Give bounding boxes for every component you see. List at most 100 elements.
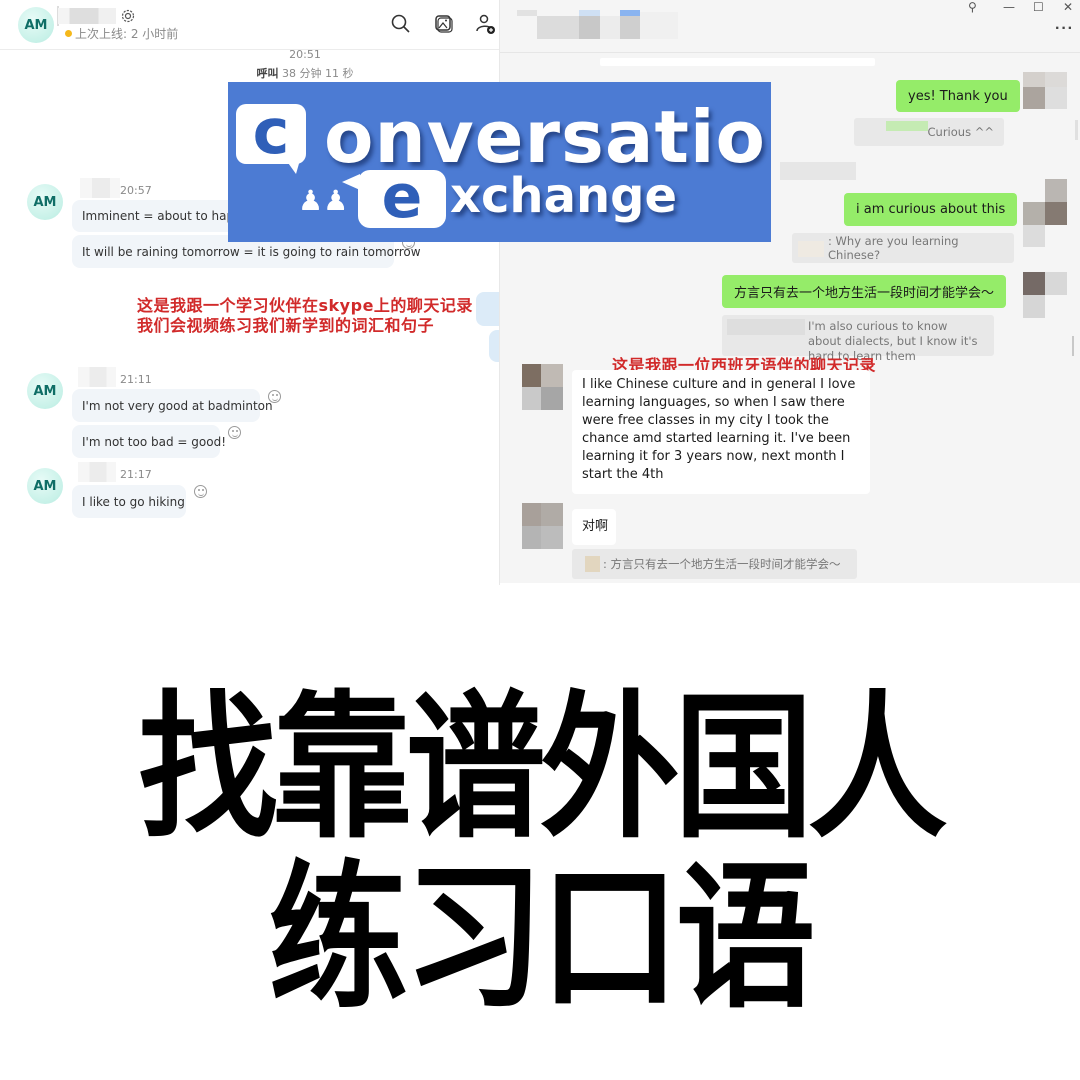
contact-avatar[interactable]: AM (18, 7, 54, 43)
received-bubble[interactable]: I like Chinese culture and in general I … (572, 370, 870, 494)
quote-text: : 方言只有去一个地方生活一段时间才能学会～ (603, 557, 841, 571)
pin-icon[interactable]: ⚲ (968, 0, 977, 14)
message-text: I'm not too bad = good! (82, 434, 227, 449)
partial-sent-bubble (476, 292, 499, 326)
sender-name-redacted (78, 462, 116, 482)
add-contact-icon[interactable] (475, 13, 497, 35)
people-icon: ♟♟ (298, 185, 349, 216)
logo-c-bubble: c (236, 101, 306, 164)
partner-avatar[interactable] (522, 364, 541, 387)
message-avatar[interactable]: AM (27, 184, 63, 220)
message-bubble[interactable]: I'm not very good at badminton (72, 389, 273, 422)
redacted-block (780, 162, 856, 180)
self-avatar (1023, 295, 1045, 318)
message-time: 21:11 (120, 373, 152, 386)
last-seen-status: 上次上线: 2 小时前 (75, 27, 179, 41)
chat-header: AM 上次上线: 2 小时前 (0, 0, 499, 50)
quoted-message[interactable]: Curious ^^ (854, 118, 1004, 146)
more-icon[interactable]: ··· (1055, 20, 1074, 38)
scrollbar[interactable] (1072, 336, 1074, 356)
message-text: i am curious about this (856, 202, 1006, 217)
quoted-sender-redacted (585, 556, 600, 572)
message-bubble[interactable]: I like to go hiking (72, 485, 186, 518)
message-bubble[interactable]: I'm not too bad = good! (72, 425, 226, 458)
chat-header: ⚲ — ☐ ✕ ··· (500, 0, 1080, 53)
annotation-brand: skype (318, 296, 374, 315)
message-avatar[interactable]: AM (27, 468, 63, 504)
self-avatar[interactable] (1023, 272, 1045, 295)
contact-name-redacted (600, 16, 620, 39)
self-avatar (1045, 272, 1067, 295)
quote-text: Curious ^^ (927, 125, 994, 139)
minimize-icon[interactable]: — (1003, 0, 1015, 14)
self-avatar (1045, 202, 1067, 225)
partner-avatar (541, 526, 563, 549)
self-avatar[interactable] (1045, 179, 1067, 202)
partner-avatar (541, 503, 563, 526)
message-text: I like Chinese culture and in general I … (582, 377, 856, 482)
sent-bubble[interactable]: 方言只有去一个地方生活一段时间才能学会～ (722, 275, 1007, 308)
self-avatar (1045, 87, 1067, 109)
self-avatar (1045, 72, 1067, 87)
logo-bubble-tail (286, 160, 300, 174)
skype-annotation: 这是我跟一个学习伙伴在skype上的聊天记录 我们会视频练习我们新学到的词汇和句… (137, 296, 473, 336)
call-timestamp: 20:51 (289, 48, 321, 61)
logo-word-exchange: xchange (450, 168, 678, 224)
received-bubble[interactable]: 对啊 (572, 509, 616, 545)
logo-e-bubble: e (358, 167, 446, 228)
quoted-message[interactable]: I'm also curious to know about dialects,… (722, 315, 994, 363)
self-avatar (1023, 87, 1045, 109)
partner-avatar (522, 387, 541, 410)
maximize-icon[interactable]: ☐ (1033, 0, 1044, 14)
self-avatar (1023, 202, 1045, 225)
contact-name-redacted (537, 16, 579, 39)
sender-name-redacted (78, 367, 116, 387)
call-summary: 呼叫 38 分钟 11 秒 (0, 65, 499, 81)
partner-avatar (541, 364, 563, 387)
message-divider (600, 58, 875, 66)
quoted-sender-redacted (727, 319, 805, 335)
reaction-smiley-icon[interactable] (194, 485, 207, 498)
sender-name-redacted (80, 178, 120, 198)
partial-sent-bubble (489, 330, 499, 362)
quote-text: : Why are you learning Chinese? (828, 234, 959, 262)
contact-name-redacted (640, 12, 678, 39)
message-time: 21:17 (120, 468, 152, 481)
headline-line-2: 练习口语 (268, 847, 815, 1031)
message-avatar[interactable]: AM (27, 373, 63, 409)
quoted-message[interactable]: : 方言只有去一个地方生活一段时间才能学会～ (572, 549, 857, 579)
call-duration: 38 分钟 11 秒 (282, 67, 354, 80)
scrollbar[interactable] (1075, 120, 1078, 140)
close-icon[interactable]: ✕ (1063, 0, 1073, 14)
contact-name-redacted (620, 16, 640, 39)
message-text: It will be raining tomorrow = it is goin… (82, 244, 421, 259)
gallery-icon[interactable] (433, 13, 455, 35)
annotation-text: 上的聊天记录 (373, 296, 473, 315)
annotation-text: 我们会视频练习我们新学到的词汇和句子 (137, 316, 435, 335)
self-avatar[interactable] (1023, 72, 1045, 87)
reaction-smiley-icon[interactable] (268, 390, 281, 403)
message-text: 对啊 (582, 519, 609, 534)
partner-avatar (541, 387, 563, 410)
contact-name-redacted (579, 16, 600, 39)
conversation-exchange-logo: c onversation ♟♟ e xchange (228, 82, 771, 242)
annotation-text: 这是我跟一个学习伙伴在 (137, 296, 319, 315)
message-text: yes! Thank you (908, 88, 1008, 104)
message-text: I'm not very good at badminton (82, 398, 273, 413)
quoted-sender-redacted (886, 121, 928, 131)
contact-name-redacted[interactable] (58, 8, 116, 24)
message-text: 方言只有去一个地方生活一段时间才能学会～ (734, 286, 995, 301)
quoted-message[interactable]: : Why are you learning Chinese? (792, 233, 1014, 263)
headline-line-1: 找靠谱外国人 (138, 677, 947, 861)
contact-name-redacted (517, 10, 537, 16)
sent-bubble[interactable]: i am curious about this (844, 193, 1018, 226)
partner-avatar (522, 526, 541, 549)
partner-avatar[interactable] (522, 503, 541, 526)
reaction-smiley-icon[interactable] (228, 426, 241, 439)
status-indicator (65, 30, 72, 37)
search-icon[interactable] (390, 13, 412, 35)
message-text: I like to go hiking (82, 494, 185, 509)
message-time: 20:57 (120, 184, 152, 197)
gear-icon[interactable] (120, 8, 136, 24)
sent-bubble[interactable]: yes! Thank you (896, 80, 1020, 112)
